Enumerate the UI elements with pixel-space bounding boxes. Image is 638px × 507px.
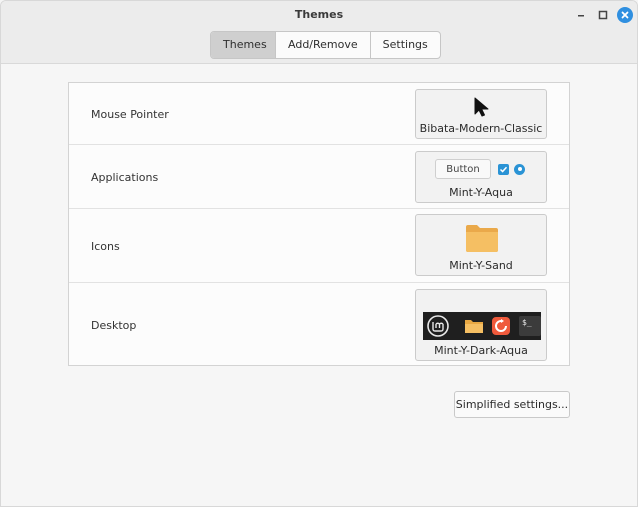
row-label-icons: Icons: [91, 240, 120, 253]
tab-settings[interactable]: Settings: [371, 32, 440, 58]
terminal-icon: $_: [519, 316, 541, 336]
icons-theme-button[interactable]: Mint-Y-Sand: [415, 214, 547, 276]
close-button[interactable]: [617, 7, 633, 23]
row-label-mouse-pointer: Mouse Pointer: [91, 108, 169, 121]
software-manager-icon: [491, 316, 511, 336]
themes-panel: Mouse Pointer Bibata-Modern-Classic Appl…: [68, 82, 570, 366]
mouse-pointer-theme-button[interactable]: Bibata-Modern-Classic: [415, 89, 547, 139]
row-label-applications: Applications: [91, 171, 159, 184]
desktop-theme-name: Mint-Y-Dark-Aqua: [434, 344, 528, 357]
preview-radio: [514, 163, 525, 175]
row-label-desktop: Desktop: [91, 319, 137, 332]
mint-logo-icon: [427, 315, 449, 337]
desktop-theme-button[interactable]: $_ Mint-Y-Dark-Aqua: [415, 289, 547, 361]
maximize-icon: [598, 10, 608, 20]
themes-window: Themes Themes Add/Remove Settings Mouse …: [0, 0, 638, 507]
window-title: Themes: [294, 8, 344, 21]
preview-button: Button: [435, 159, 491, 179]
mouse-pointer-theme-name: Bibata-Modern-Classic: [419, 122, 543, 135]
row-icons: Icons Mint-Y-Sand: [69, 209, 569, 283]
close-icon: [621, 11, 629, 19]
preview-checkbox: [498, 163, 509, 175]
cursor-icon: [474, 97, 489, 117]
row-mouse-pointer: Mouse Pointer Bibata-Modern-Classic: [69, 83, 569, 145]
checkmark-icon: [499, 166, 508, 173]
minimize-button[interactable]: [573, 7, 589, 23]
tab-themes[interactable]: Themes: [211, 32, 276, 58]
applications-theme-name: Mint-Y-Aqua: [449, 186, 513, 199]
applications-theme-preview: Button: [435, 158, 535, 180]
folder-icon: [466, 225, 498, 252]
header-bar: Themes Themes Add/Remove Settings: [1, 1, 637, 64]
row-applications: Applications Button Mint-Y-Aqua: [69, 145, 569, 209]
tab-add-remove[interactable]: Add/Remove: [276, 32, 371, 58]
view-switcher: Themes Add/Remove Settings: [210, 31, 441, 59]
icons-theme-name: Mint-Y-Sand: [449, 259, 513, 272]
row-desktop: Desktop $_ Mint-Y-Dark-Aqua: [69, 283, 569, 365]
applications-theme-button[interactable]: Button Mint-Y-Aqua: [415, 151, 547, 203]
maximize-button[interactable]: [595, 7, 611, 23]
desktop-theme-preview: $_: [423, 312, 541, 340]
folder-icon: [464, 317, 484, 335]
minimize-icon: [578, 15, 584, 17]
simplified-settings-button[interactable]: Simplified settings...: [454, 391, 570, 418]
